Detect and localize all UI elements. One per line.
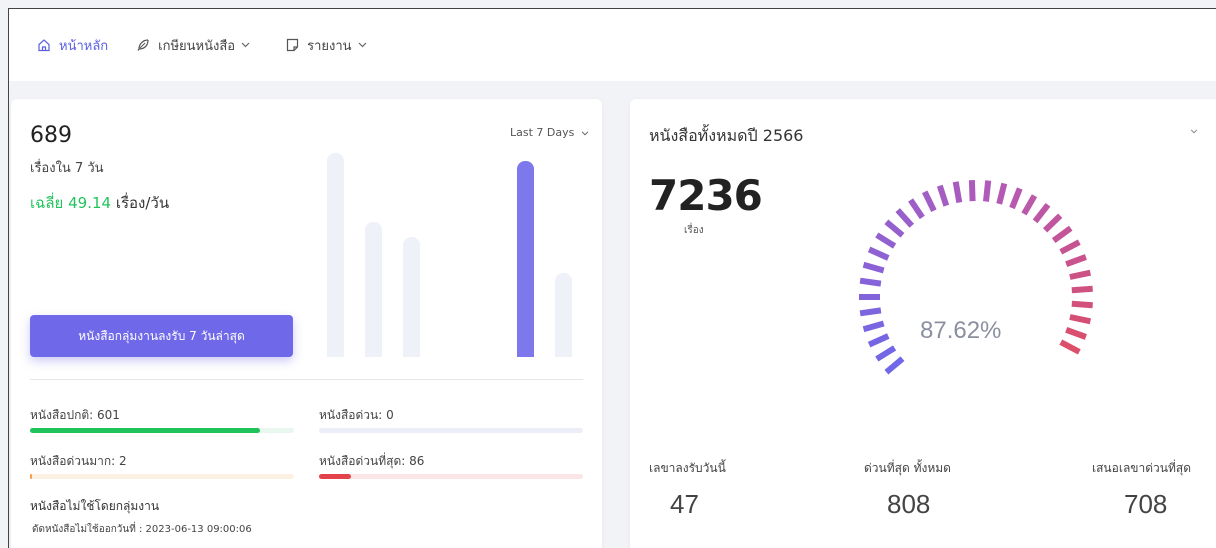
gauge-segment [859, 307, 882, 317]
gauge-segment [1043, 213, 1063, 233]
gauge-segment [1069, 314, 1092, 325]
stat-label: หนังสือด่วน: 0 [319, 408, 394, 422]
weekly-group-books-button[interactable]: หนังสือกลุ่มงานลงรับ 7 วันล่าสุด [30, 315, 293, 357]
weekly-count-label: เรื่องใน 7 วัน [30, 161, 104, 176]
gauge-segment [1065, 254, 1087, 268]
nav-report[interactable]: รายงาน [286, 35, 374, 56]
gauge-segment [867, 333, 890, 348]
home-icon [38, 39, 50, 52]
yearly-total: 7236 [649, 171, 763, 220]
stat-progress-bar [30, 428, 294, 433]
stat-label: หนังสือปกติ: 601 [30, 408, 120, 422]
completion-gauge [859, 180, 1093, 375]
weekly-bar [555, 273, 572, 357]
nav-retire[interactable]: เกษียนหนังสือ [136, 35, 258, 56]
gauge-segment [1071, 300, 1093, 309]
gauge-segment [1059, 339, 1081, 355]
nav-retire-label: เกษียนหนังสือ [158, 38, 236, 54]
gauge-segment [884, 219, 905, 238]
gauge-segment [875, 345, 897, 362]
gauge-segment [1059, 239, 1081, 255]
today-received-label: เลขาลงรับวันนี้ [649, 461, 726, 475]
secretary-urgent-value: 708 [1124, 489, 1168, 519]
feather-pen-icon [137, 39, 149, 51]
unused-books-title: หนังสือไม่ใช้โดยกลุ่มงาน [30, 499, 160, 513]
stat-label: หนังสือด่วนมาก: 2 [30, 454, 127, 468]
gauge-segment [862, 261, 885, 274]
gauge-segment [936, 184, 950, 207]
chevron-down-icon [241, 42, 250, 48]
unused-books-date: ดัดหนังสือไม่ใช้ออกวันที่ : 2023-06-13 0… [32, 524, 252, 535]
chevron-down-icon [358, 42, 366, 48]
weekly-count: 689 [30, 123, 72, 148]
yearly-title: หนังสือทั้งหมดปี 2566 [649, 126, 804, 145]
gauge-segment [922, 190, 937, 213]
period-label: Last 7 Days [510, 126, 575, 139]
period-dropdown[interactable]: Last 7 Days [510, 126, 589, 139]
stat-label: หนังสือด่วนที่สุด: 86 [319, 454, 425, 468]
gauge-segment [859, 277, 882, 287]
average-value: 49.14 [68, 194, 112, 212]
gauge-segment [1051, 225, 1073, 244]
top-nav: หน้าหลัก เกษียนหนังสือ รายงาน [9, 9, 1216, 81]
document-icon [287, 38, 299, 52]
secretary-urgent-label: เสนอเลขาด่วนที่สุด [1092, 461, 1191, 475]
chevron-down-icon[interactable] [1190, 129, 1198, 134]
weekly-bar [403, 237, 420, 357]
stat-progress-fill [30, 428, 260, 433]
yearly-total-unit: เรื่อง [684, 225, 704, 236]
nav-home[interactable]: หน้าหลัก [37, 35, 108, 56]
average-prefix: เฉลี่ย [30, 194, 64, 212]
stat-progress-bar [30, 474, 294, 479]
gauge-segment [1032, 202, 1051, 224]
most-urgent-total-value: 808 [887, 489, 931, 519]
chevron-down-icon [581, 131, 589, 136]
stat-progress-fill [319, 474, 351, 479]
nav-home-label: หน้าหลัก [59, 38, 109, 54]
weekly-bar [327, 153, 344, 357]
nav-report-label: รายงาน [307, 38, 352, 54]
gauge-segment [1065, 326, 1087, 340]
gauge-segment [867, 246, 890, 261]
weekly-bar [365, 222, 382, 357]
gauge-segment [968, 180, 976, 202]
average-unit: เรื่อง/วัน [115, 194, 170, 212]
gauge-segment [1071, 285, 1093, 294]
gauge-segment [1069, 269, 1092, 280]
gauge-segment [952, 181, 963, 204]
gauge-segment [1009, 187, 1023, 210]
most-urgent-total-label: ด่วนที่สุด ทั้งหมด [864, 461, 951, 475]
stat-progress-fill [30, 474, 32, 479]
stat-progress-bar [319, 474, 583, 479]
gauge-segment [996, 182, 1008, 205]
today-received-value: 47 [670, 489, 699, 519]
divider [30, 379, 583, 380]
weekly-bar [517, 161, 534, 357]
gauge-segment [1021, 194, 1038, 216]
gauge-segment [884, 356, 905, 375]
gauge-segment [895, 208, 915, 228]
gauge-segment [875, 232, 897, 249]
gauge-segment [908, 198, 925, 220]
daily-average: เฉลี่ย 49.14 เรื่อง/วัน [30, 191, 169, 215]
gauge-segment [983, 180, 992, 202]
stat-progress-bar [319, 428, 583, 433]
window-border-left [8, 8, 9, 548]
weekly-summary-card: 689 เรื่องใน 7 วัน เฉลี่ย 49.14 เรื่อง/ว… [11, 99, 602, 548]
gauge-percent: 87.62% [920, 317, 1002, 344]
gauge-segment [862, 320, 885, 333]
yearly-total-card: หนังสือทั้งหมดปี 2566 7236 เรื่อง 87.62%… [630, 99, 1216, 548]
